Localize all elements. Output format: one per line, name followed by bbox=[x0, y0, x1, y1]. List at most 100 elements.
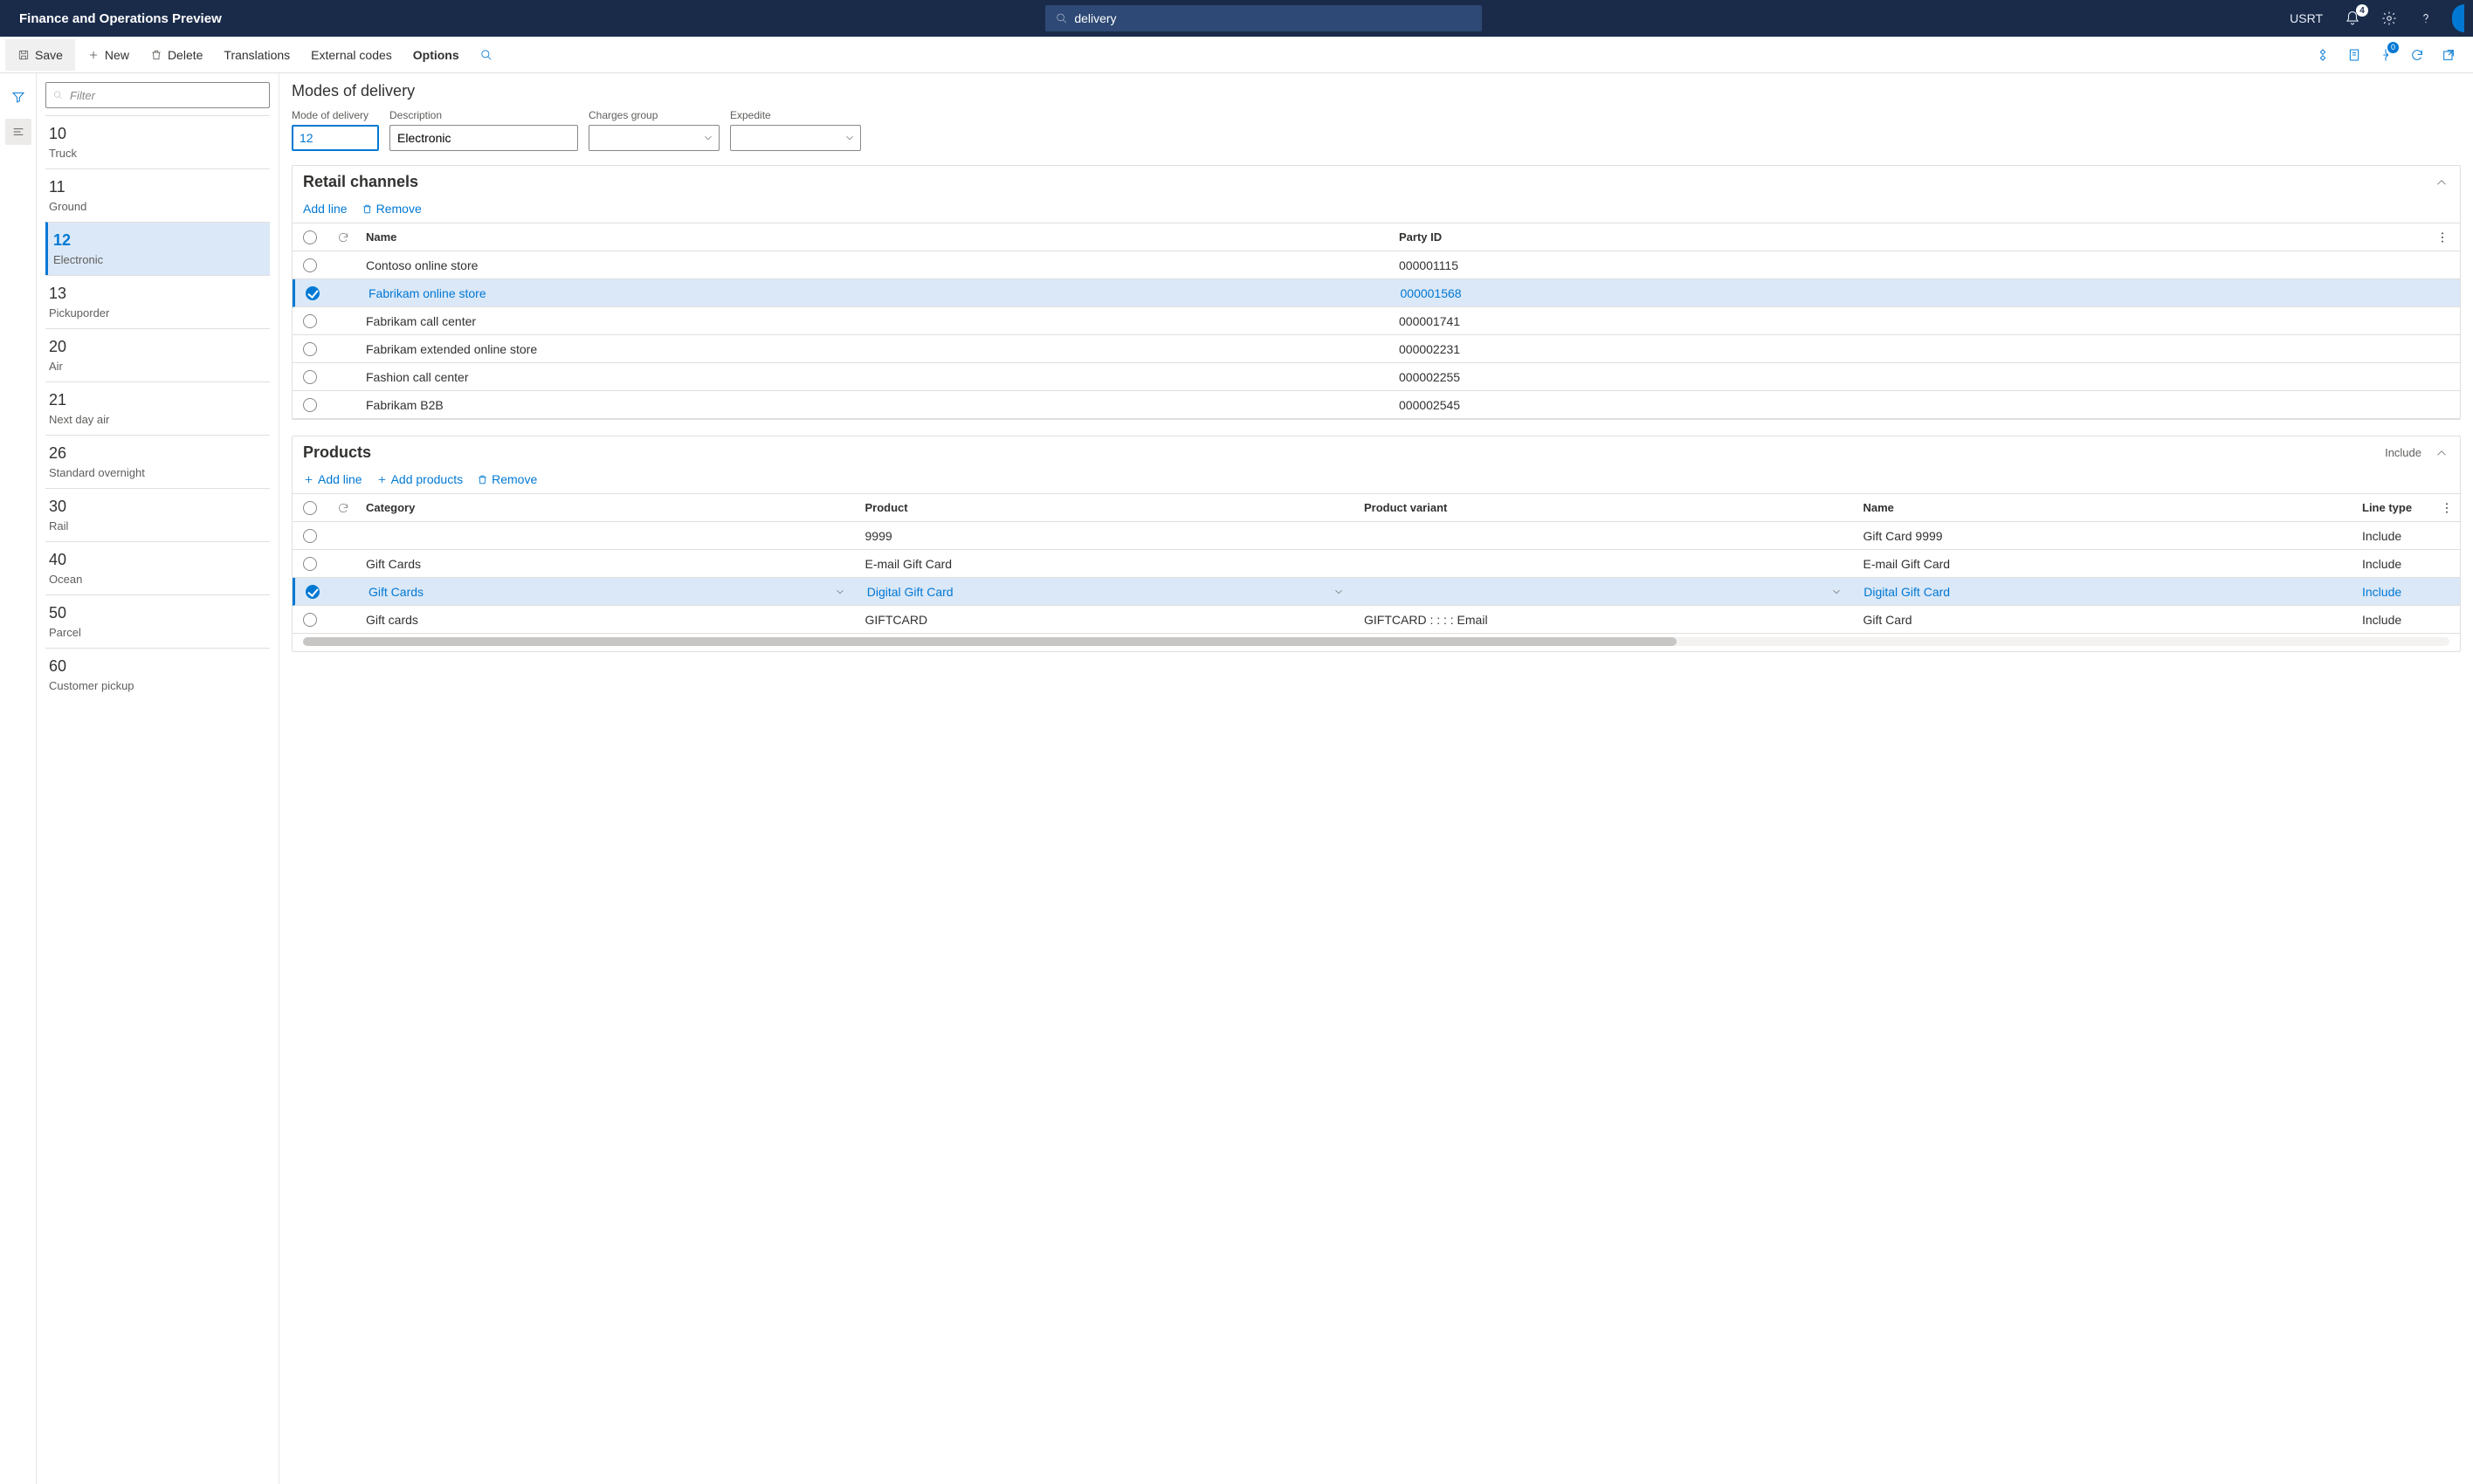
popout-button[interactable] bbox=[2438, 45, 2459, 65]
product-product-cell[interactable]: Digital Gift Card bbox=[860, 580, 1359, 604]
company-code[interactable]: USRT bbox=[2286, 11, 2326, 25]
expedite-input[interactable] bbox=[730, 125, 861, 151]
product-linetype-cell[interactable]: Include bbox=[2355, 552, 2434, 576]
global-search[interactable] bbox=[1045, 5, 1482, 31]
mode-item[interactable]: 60Customer pickup bbox=[45, 648, 270, 701]
retail-name-cell[interactable]: Fabrikam B2B bbox=[359, 393, 1392, 417]
retail-row[interactable]: Fashion call center000002255 bbox=[293, 363, 2460, 391]
refresh-icon[interactable] bbox=[337, 231, 349, 244]
retail-row[interactable]: Fabrikam call center000001741 bbox=[293, 307, 2460, 335]
options-button[interactable]: Options bbox=[404, 43, 468, 67]
product-variant-cell[interactable] bbox=[1359, 581, 1857, 603]
product-variant-cell[interactable] bbox=[1357, 531, 1856, 541]
retail-header[interactable]: Retail channels bbox=[293, 166, 2460, 198]
mode-item[interactable]: 40Ocean bbox=[45, 541, 270, 594]
mode-item[interactable]: 20Air bbox=[45, 328, 270, 381]
mode-item[interactable]: 30Rail bbox=[45, 488, 270, 541]
row-select[interactable] bbox=[303, 557, 317, 571]
delete-button[interactable]: Delete bbox=[141, 43, 211, 67]
row-select[interactable] bbox=[303, 529, 317, 543]
action-search-button[interactable] bbox=[472, 44, 501, 66]
products-add-line-button[interactable]: Add line bbox=[303, 472, 362, 486]
retail-party-cell[interactable]: 000001741 bbox=[1392, 309, 2425, 333]
mode-item[interactable]: 12Electronic bbox=[45, 222, 270, 275]
product-product-cell[interactable]: E-mail Gift Card bbox=[858, 552, 1358, 576]
row-select[interactable] bbox=[303, 398, 317, 412]
product-name-cell[interactable]: Digital Gift Card bbox=[1856, 580, 2355, 604]
mode-item[interactable]: 10Truck bbox=[45, 115, 270, 168]
retail-remove-button[interactable]: Remove bbox=[362, 202, 422, 216]
save-button[interactable]: Save bbox=[5, 39, 75, 71]
retail-name-cell[interactable]: Fabrikam call center bbox=[359, 309, 1392, 333]
products-col-linetype[interactable]: Line type bbox=[2355, 501, 2434, 514]
products-col-variant[interactable]: Product variant bbox=[1357, 501, 1856, 514]
side-filter-input[interactable] bbox=[70, 89, 262, 102]
product-category-cell[interactable]: Gift Cards bbox=[362, 580, 860, 604]
mode-item[interactable]: 21Next day air bbox=[45, 381, 270, 435]
kebab-icon[interactable] bbox=[2440, 501, 2454, 515]
avatar[interactable] bbox=[2452, 4, 2464, 32]
retail-party-cell[interactable]: 000001115 bbox=[1392, 253, 2425, 278]
refresh-button[interactable] bbox=[2407, 45, 2428, 65]
products-header[interactable]: Products Include bbox=[293, 436, 2460, 469]
chevron-down-icon[interactable] bbox=[1830, 586, 1843, 598]
product-row[interactable]: Gift CardsDigital Gift CardDigital Gift … bbox=[293, 578, 2460, 606]
mode-item[interactable]: 13Pickuporder bbox=[45, 275, 270, 328]
notifications-button[interactable]: 4 bbox=[2342, 8, 2363, 29]
retail-row[interactable]: Fabrikam online store000001568 bbox=[293, 279, 2460, 307]
product-product-cell[interactable]: 9999 bbox=[858, 524, 1358, 548]
retail-row[interactable]: Fabrikam B2B000002545 bbox=[293, 391, 2460, 419]
products-remove-button[interactable]: Remove bbox=[477, 472, 537, 486]
retail-party-cell[interactable]: 000002255 bbox=[1392, 365, 2425, 389]
retail-party-cell[interactable]: 000001568 bbox=[1394, 281, 2426, 306]
chevron-down-icon[interactable] bbox=[1333, 586, 1345, 598]
rail-filter-button[interactable] bbox=[7, 86, 30, 108]
row-select[interactable] bbox=[306, 585, 320, 599]
product-row[interactable]: Gift CardsE-mail Gift CardE-mail Gift Ca… bbox=[293, 550, 2460, 578]
product-product-cell[interactable]: GIFTCARD bbox=[858, 608, 1358, 632]
retail-row[interactable]: Contoso online store000001115 bbox=[293, 251, 2460, 279]
external-codes-button[interactable]: External codes bbox=[302, 43, 401, 67]
retail-name-cell[interactable]: Fashion call center bbox=[359, 365, 1392, 389]
mode-item[interactable]: 26Standard overnight bbox=[45, 435, 270, 488]
product-category-cell[interactable]: Gift Cards bbox=[359, 552, 858, 576]
rail-list-button[interactable] bbox=[5, 119, 31, 145]
settings-button[interactable] bbox=[2379, 8, 2400, 29]
chevron-down-icon[interactable] bbox=[834, 586, 846, 598]
retail-col-name[interactable]: Name bbox=[359, 230, 1392, 244]
retail-party-cell[interactable]: 000002231 bbox=[1392, 337, 2425, 361]
products-col-category[interactable]: Category bbox=[359, 501, 858, 514]
mode-item[interactable]: 11Ground bbox=[45, 168, 270, 222]
attachments-button[interactable]: 0 bbox=[2375, 45, 2396, 65]
jewel-button[interactable] bbox=[2312, 45, 2333, 65]
mode-item[interactable]: 50Parcel bbox=[45, 594, 270, 648]
product-linetype-cell[interactable]: Include bbox=[2355, 524, 2434, 548]
description-input[interactable] bbox=[389, 125, 578, 151]
products-hscroll-thumb[interactable] bbox=[303, 637, 1677, 646]
products-add-products-button[interactable]: Add products bbox=[376, 472, 464, 486]
new-button[interactable]: New bbox=[79, 43, 138, 67]
retail-row[interactable]: Fabrikam extended online store000002231 bbox=[293, 335, 2460, 363]
product-variant-cell[interactable] bbox=[1357, 559, 1856, 569]
retail-name-cell[interactable]: Fabrikam extended online store bbox=[359, 337, 1392, 361]
row-select[interactable] bbox=[303, 613, 317, 627]
retail-name-cell[interactable]: Contoso online store bbox=[359, 253, 1392, 278]
mode-input[interactable] bbox=[292, 125, 379, 151]
product-category-cell[interactable] bbox=[359, 531, 858, 541]
products-hscroll[interactable] bbox=[303, 637, 2449, 646]
products-select-all[interactable] bbox=[303, 501, 317, 515]
translations-button[interactable]: Translations bbox=[215, 43, 299, 67]
global-search-input[interactable] bbox=[1074, 11, 1471, 25]
product-linetype-cell[interactable]: Include bbox=[2355, 608, 2434, 632]
retail-party-cell[interactable]: 000002545 bbox=[1392, 393, 2425, 417]
product-row[interactable]: Gift cardsGIFTCARDGIFTCARD : : : : Email… bbox=[293, 606, 2460, 634]
help-button[interactable] bbox=[2415, 8, 2436, 29]
row-select[interactable] bbox=[306, 286, 320, 300]
chevron-up-icon[interactable] bbox=[2434, 175, 2449, 190]
refresh-icon[interactable] bbox=[337, 502, 349, 514]
charges-input[interactable] bbox=[589, 125, 720, 151]
product-name-cell[interactable]: E-mail Gift Card bbox=[1856, 552, 2356, 576]
product-variant-cell[interactable]: GIFTCARD : : : : Email bbox=[1357, 608, 1856, 632]
side-filter[interactable] bbox=[45, 82, 270, 108]
retail-add-line-button[interactable]: Add line bbox=[303, 202, 348, 216]
